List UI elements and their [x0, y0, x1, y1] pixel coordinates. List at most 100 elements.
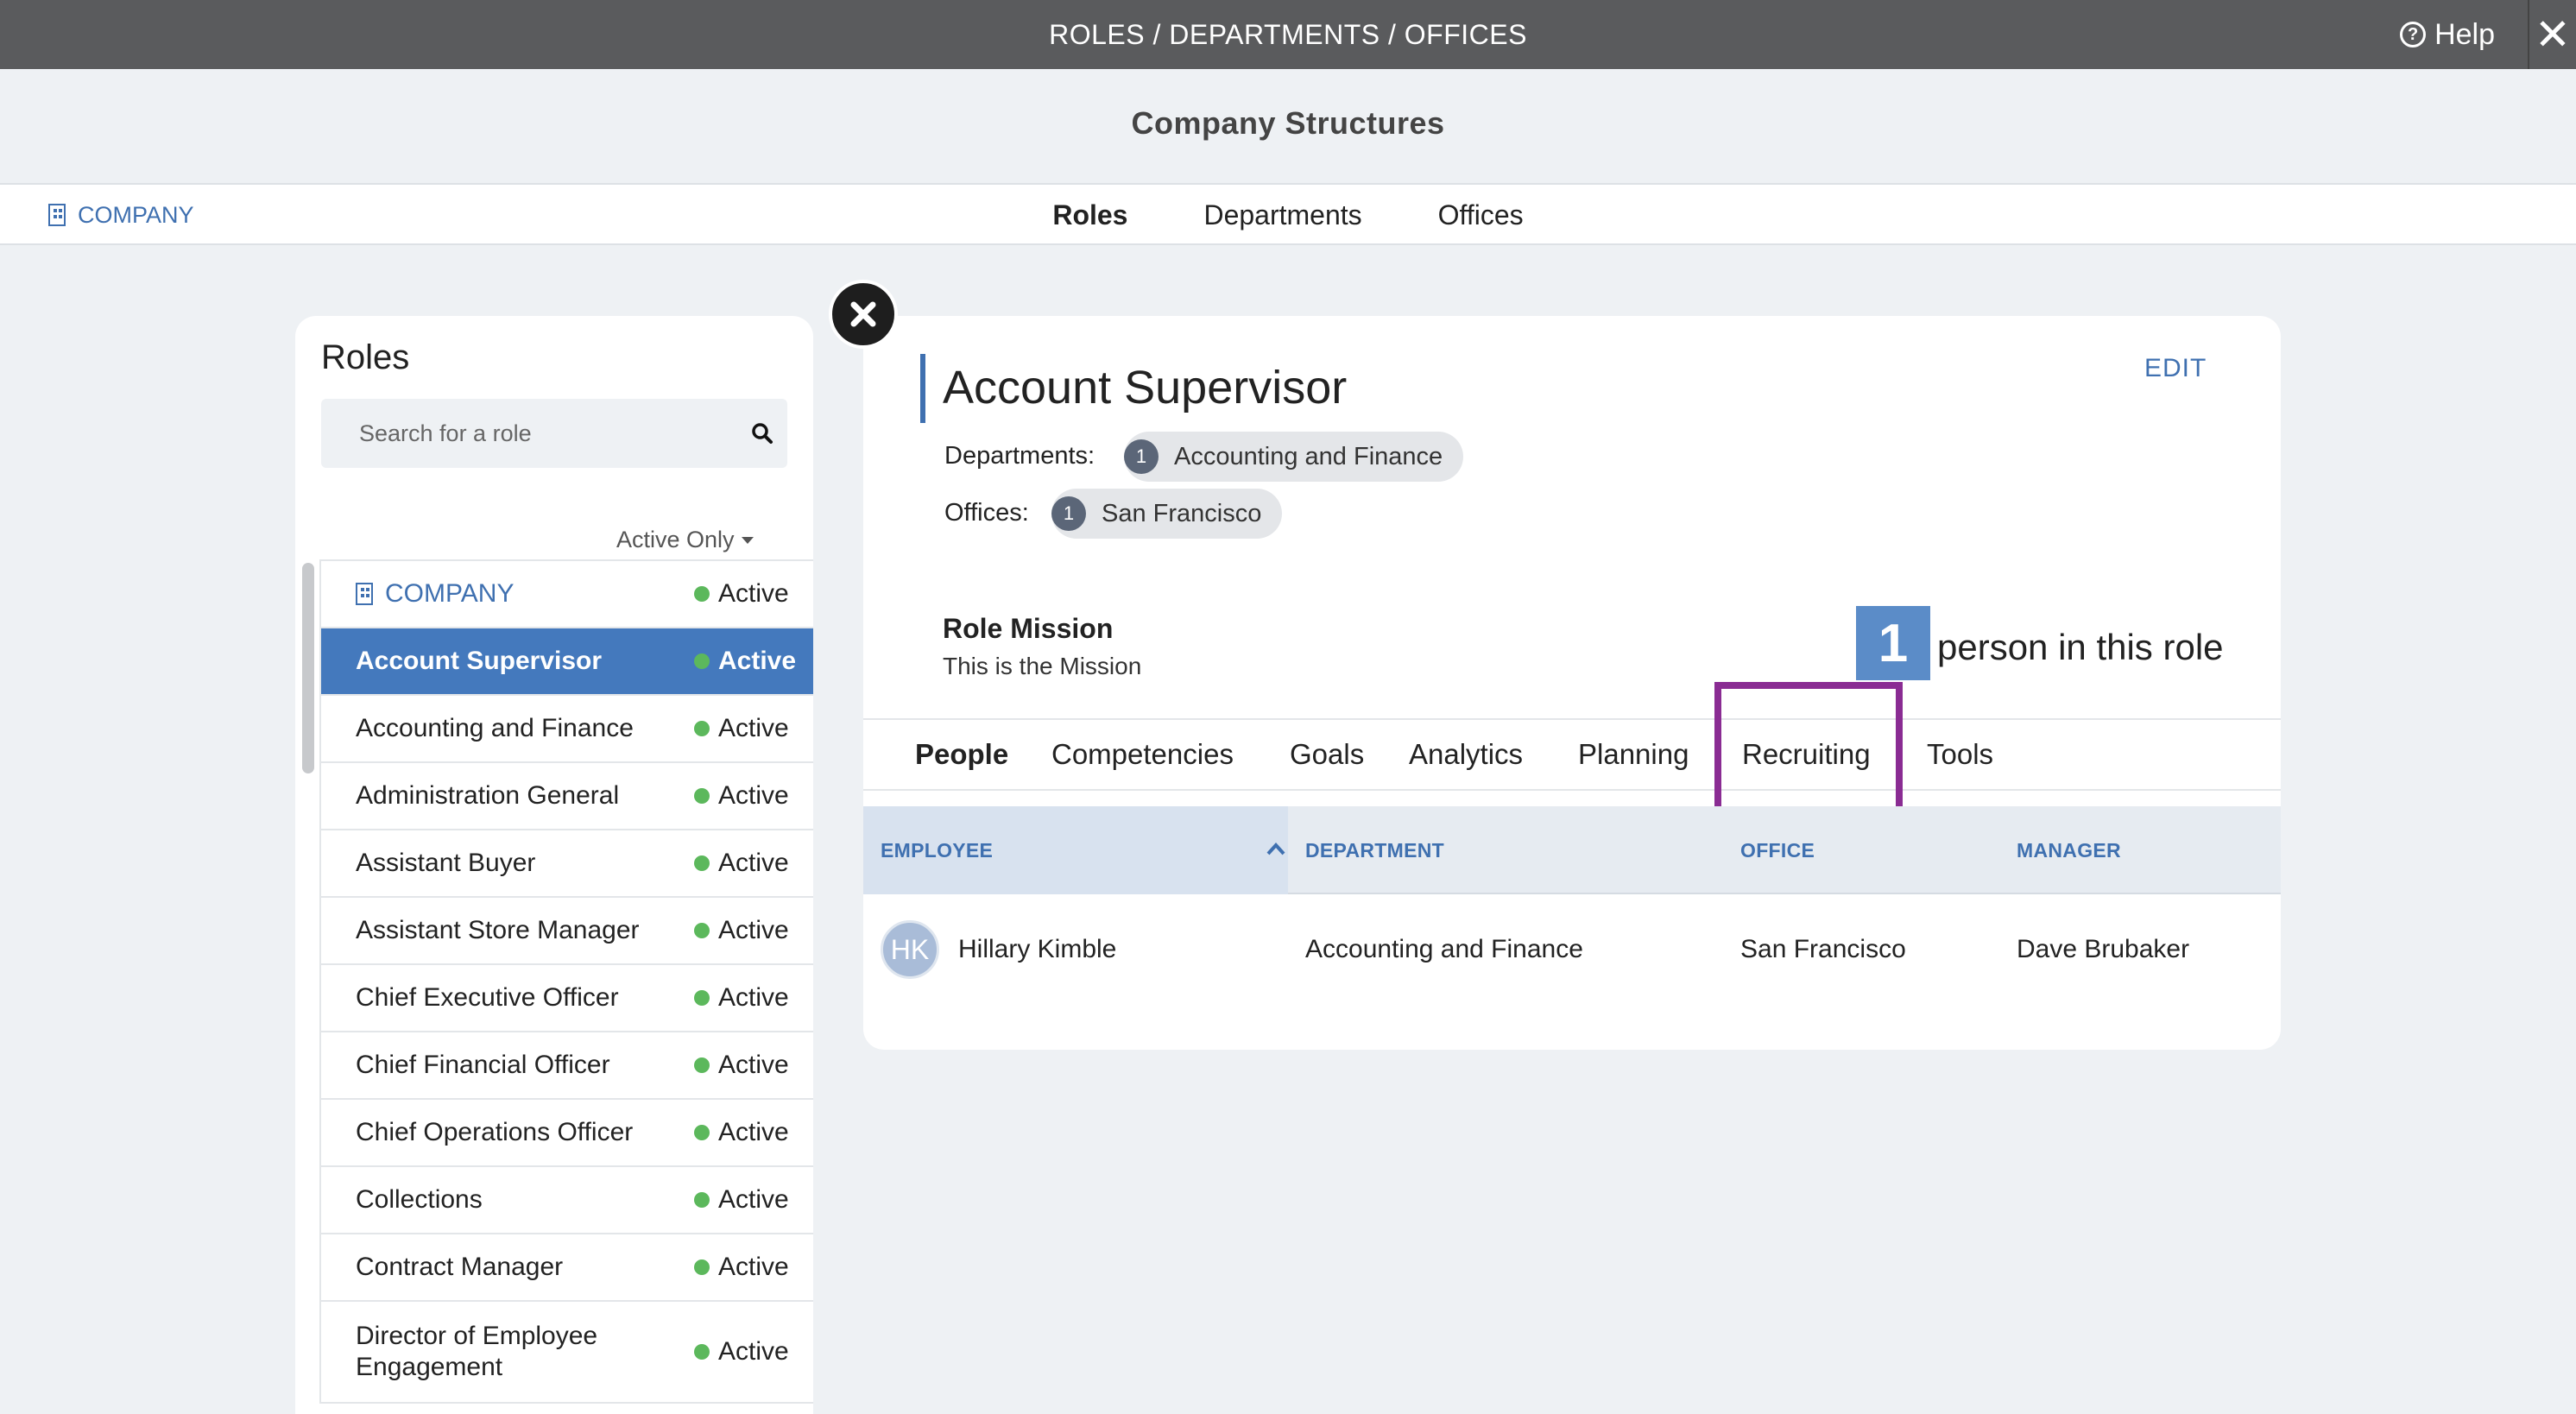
- tab-planning[interactable]: Planning: [1578, 720, 1689, 789]
- tab-competencies[interactable]: Competencies: [1051, 720, 1234, 789]
- close-icon: ✕: [2535, 10, 2571, 59]
- status-label: Active: [718, 714, 789, 742]
- department-count-badge: 1: [1124, 439, 1159, 474]
- role-item[interactable]: Assistant Buyer Active: [321, 830, 813, 898]
- column-header-office[interactable]: OFFICE: [1740, 806, 1815, 894]
- status-label: Active: [718, 849, 789, 877]
- role-search-input[interactable]: [321, 399, 736, 468]
- status-label: Active: [718, 781, 789, 810]
- status-label: Active: [718, 1253, 789, 1281]
- tab-analytics[interactable]: Analytics: [1409, 720, 1523, 789]
- role-item[interactable]: Assistant Store Manager Active: [321, 898, 813, 965]
- role-mission-heading: Role Mission: [943, 613, 1114, 644]
- offices-label: Offices:: [944, 499, 1029, 527]
- role-item-label: Director of Employee Engagement: [356, 1322, 598, 1381]
- company-link-label: COMPANY: [78, 201, 194, 228]
- tab-goals[interactable]: Goals: [1290, 720, 1364, 789]
- close-window-button[interactable]: ✕: [2528, 0, 2576, 69]
- role-item[interactable]: Collections Active: [321, 1167, 813, 1234]
- role-item[interactable]: Chief Executive Officer Active: [321, 965, 813, 1032]
- status-dot-icon: [694, 990, 710, 1006]
- status-badge: Active: [694, 1337, 789, 1367]
- role-item-company[interactable]: COMPANY Active: [321, 561, 813, 628]
- role-item-label: Assistant Buyer: [356, 849, 536, 877]
- status-label: Active: [718, 916, 789, 944]
- role-item-label: Administration General: [356, 781, 620, 810]
- avatar: HK: [881, 920, 939, 979]
- recruiting-tab-highlight: [1714, 682, 1903, 824]
- status-badge: Active: [694, 916, 789, 945]
- role-search: [321, 399, 787, 468]
- role-item[interactable]: Director of Employee Engagement Active: [321, 1302, 813, 1404]
- status-dot-icon: [694, 923, 710, 938]
- help-button[interactable]: ? Help: [2400, 0, 2495, 69]
- caret-down-icon: [741, 536, 754, 544]
- status-label: Active: [718, 1185, 789, 1214]
- role-item-label: Chief Financial Officer: [356, 1051, 610, 1079]
- role-item-account-supervisor[interactable]: Account Supervisor Active: [321, 628, 813, 696]
- tab-departments[interactable]: Departments: [1165, 185, 1399, 245]
- breadcrumb: ROLES / DEPARTMENTS / OFFICES: [1049, 19, 1527, 50]
- employee-department: Accounting and Finance: [1305, 935, 1583, 963]
- structure-nav: Roles Departments Offices COMPANY: [0, 185, 2576, 245]
- role-item-label: Collections: [356, 1185, 483, 1214]
- status-badge: Active: [694, 1051, 789, 1080]
- column-header-manager[interactable]: MANAGER: [2017, 806, 2121, 894]
- role-list: COMPANY Active Account Supervisor Active…: [319, 559, 813, 1404]
- office-chip-label: San Francisco: [1102, 499, 1262, 527]
- role-item-label: Account Supervisor: [356, 647, 603, 675]
- sort-ascending-icon[interactable]: [1266, 841, 1286, 856]
- role-item[interactable]: Chief Operations Officer Active: [321, 1100, 813, 1167]
- status-badge: Active: [694, 1253, 789, 1282]
- column-header-department[interactable]: DEPARTMENT: [1305, 806, 1444, 894]
- edit-button[interactable]: EDIT: [2144, 354, 2207, 383]
- status-badge: Active: [694, 1185, 789, 1215]
- employee-manager: Dave Brubaker: [2017, 935, 2190, 963]
- department-chip[interactable]: 1 Accounting and Finance: [1124, 432, 1464, 482]
- role-item[interactable]: Chief Financial Officer Active: [321, 1032, 813, 1100]
- role-item-label: Assistant Store Manager: [356, 916, 640, 944]
- subheader: Company Structures: [0, 69, 2576, 185]
- people-table-header: EMPLOYEE DEPARTMENT OFFICE MANAGER: [863, 806, 2281, 894]
- status-badge: Active: [694, 647, 796, 676]
- role-detail-panel: Account Supervisor EDIT Departments: 1 A…: [863, 316, 2281, 1050]
- role-item-label: Chief Executive Officer: [356, 983, 619, 1012]
- roles-scrollbar[interactable]: [302, 563, 314, 773]
- status-dot-icon: [694, 1125, 710, 1140]
- role-item[interactable]: Administration General Active: [321, 763, 813, 830]
- status-label: Active: [718, 1051, 789, 1079]
- status-dot-icon: [694, 1259, 710, 1275]
- status-filter-label: Active Only: [616, 527, 735, 552]
- question-circle-icon: ?: [2400, 22, 2427, 47]
- status-dot-icon: [694, 721, 710, 736]
- role-title: Account Supervisor: [943, 362, 1348, 413]
- status-label: Active: [718, 579, 789, 608]
- status-dot-icon: [694, 788, 710, 804]
- role-item[interactable]: Accounting and Finance Active: [321, 696, 813, 763]
- building-icon: [356, 583, 373, 605]
- status-badge: Active: [694, 714, 789, 743]
- tab-roles[interactable]: Roles: [1014, 185, 1165, 245]
- employee-name[interactable]: Hillary Kimble: [958, 896, 1116, 1003]
- close-icon: [850, 301, 876, 327]
- top-bar: ROLES / DEPARTMENTS / OFFICES ? Help ✕: [0, 0, 2576, 69]
- column-header-employee[interactable]: EMPLOYEE: [881, 806, 993, 894]
- office-chip[interactable]: 1 San Francisco: [1051, 489, 1283, 539]
- search-icon: [752, 423, 773, 444]
- search-button[interactable]: [737, 399, 787, 468]
- tab-tools[interactable]: Tools: [1927, 720, 1993, 789]
- departments-label: Departments:: [944, 442, 1095, 470]
- close-detail-button[interactable]: [829, 280, 898, 349]
- status-label: Active: [718, 983, 789, 1012]
- tab-offices[interactable]: Offices: [1400, 185, 1562, 245]
- tab-people[interactable]: People: [915, 720, 1008, 789]
- role-item[interactable]: Contract Manager Active: [321, 1234, 813, 1302]
- status-dot-icon: [694, 586, 710, 602]
- company-link[interactable]: COMPANY: [48, 185, 194, 245]
- status-dot-icon: [694, 653, 710, 669]
- role-mission-text: This is the Mission: [943, 653, 1142, 679]
- table-row[interactable]: HK Hillary Kimble Accounting and Finance…: [863, 896, 2281, 1003]
- status-filter-dropdown[interactable]: Active Only: [616, 527, 754, 553]
- status-dot-icon: [694, 855, 710, 871]
- status-badge: Active: [694, 781, 789, 811]
